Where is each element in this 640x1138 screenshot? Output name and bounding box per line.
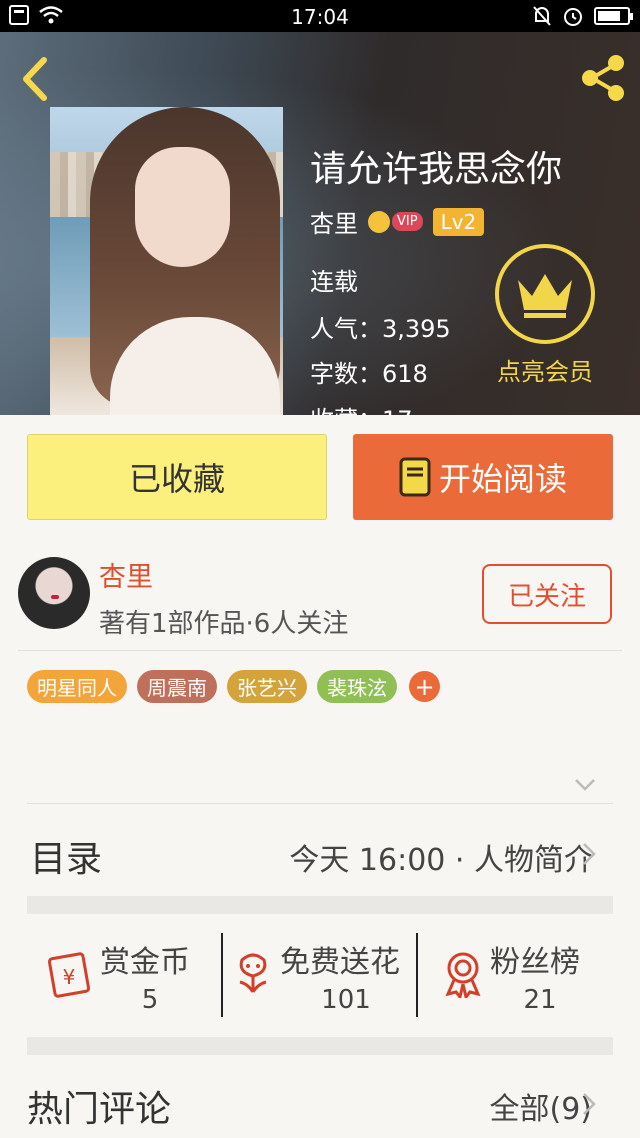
back-icon[interactable]	[14, 54, 54, 104]
reward-coins[interactable]: ¥ 赏金币 5	[46, 935, 216, 1015]
vip-crown-icon	[368, 210, 390, 233]
book-favorites: 收藏：17	[310, 400, 413, 415]
red-envelope-icon: ¥	[47, 952, 91, 998]
start-reading-label: 开始阅读	[438, 460, 567, 498]
reward-coins-label: 赏金币	[100, 945, 190, 980]
tag-pill[interactable]: 明星同人	[27, 670, 127, 703]
book-word-count: 字数：618	[310, 360, 428, 388]
book-icon	[399, 457, 431, 497]
section-gap	[27, 896, 613, 914]
tag-list: 明星同人 周震南 张艺兴 裴珠泫 +	[27, 670, 440, 703]
divider	[27, 803, 613, 804]
follow-button[interactable]: 已关注	[482, 564, 612, 624]
free-flower[interactable]: 免费送花 101	[230, 935, 415, 1015]
free-flower-count: 101	[321, 985, 371, 1015]
mute-bell-icon	[533, 6, 551, 26]
hot-comments-title: 热门评论	[27, 1089, 172, 1130]
add-tag-icon[interactable]: +	[409, 671, 440, 702]
all-comments-label: 全部(9)	[489, 1092, 593, 1127]
reward-coins-count: 5	[141, 985, 159, 1015]
book-header: 请允许我思念你 杏里 VIP Lv2 连载 人气：3,395 字数：618 收藏…	[0, 32, 640, 415]
expand-chevron-icon[interactable]	[574, 778, 596, 792]
tag-pill[interactable]: 张艺兴	[227, 670, 307, 703]
member-button[interactable]: 点亮会员	[490, 244, 600, 387]
author-avatar[interactable]	[18, 557, 90, 629]
divider	[18, 650, 622, 651]
free-flower-label: 免费送花	[280, 945, 400, 980]
section-gap	[27, 1037, 613, 1055]
medal-icon	[445, 952, 481, 998]
book-title: 请允许我思念你	[310, 149, 563, 190]
svg-text:¥: ¥	[63, 965, 76, 989]
favorite-button-label: 已收藏	[128, 460, 225, 498]
tag-pill[interactable]: 裴珠泫	[317, 670, 397, 703]
chevron-right-icon	[583, 843, 596, 865]
follow-button-label: 已关注	[507, 581, 586, 612]
favorite-button[interactable]: 已收藏	[27, 434, 327, 520]
catalog-latest-chapter: 今天 16:00 · 人物简介	[289, 843, 594, 878]
book-status: 连载	[310, 268, 358, 296]
start-reading-button[interactable]: 开始阅读	[353, 434, 613, 520]
book-author-line: 杏里 VIP Lv2	[310, 204, 485, 239]
tag-pill[interactable]: 周震南	[137, 670, 217, 703]
fan-ranking-count: 21	[523, 985, 557, 1015]
divider	[221, 933, 223, 1017]
chevron-right-icon	[583, 1093, 596, 1115]
book-cover-image	[50, 107, 283, 415]
crown-icon	[495, 244, 595, 344]
status-right-icons	[532, 5, 633, 27]
vip-badge: VIP	[368, 210, 423, 233]
catalog-title: 目录	[30, 839, 103, 880]
divider	[416, 933, 418, 1017]
author-summary: 著有1部作品·6人关注	[99, 609, 349, 639]
fan-ranking-label: 粉丝榜	[490, 945, 580, 980]
fan-ranking[interactable]: 粉丝榜 21	[440, 935, 610, 1015]
book-author[interactable]: 杏里	[310, 204, 358, 239]
flower-icon	[239, 953, 267, 993]
book-popularity: 人气：3,395	[310, 315, 451, 343]
author-name[interactable]: 杏里	[99, 555, 153, 594]
level-badge: Lv2	[432, 207, 485, 236]
member-label: 点亮会员	[497, 358, 593, 386]
share-icon[interactable]	[578, 52, 628, 104]
status-bar: 17:04	[0, 0, 640, 32]
battery-icon	[594, 7, 633, 25]
alarm-icon	[564, 8, 582, 26]
